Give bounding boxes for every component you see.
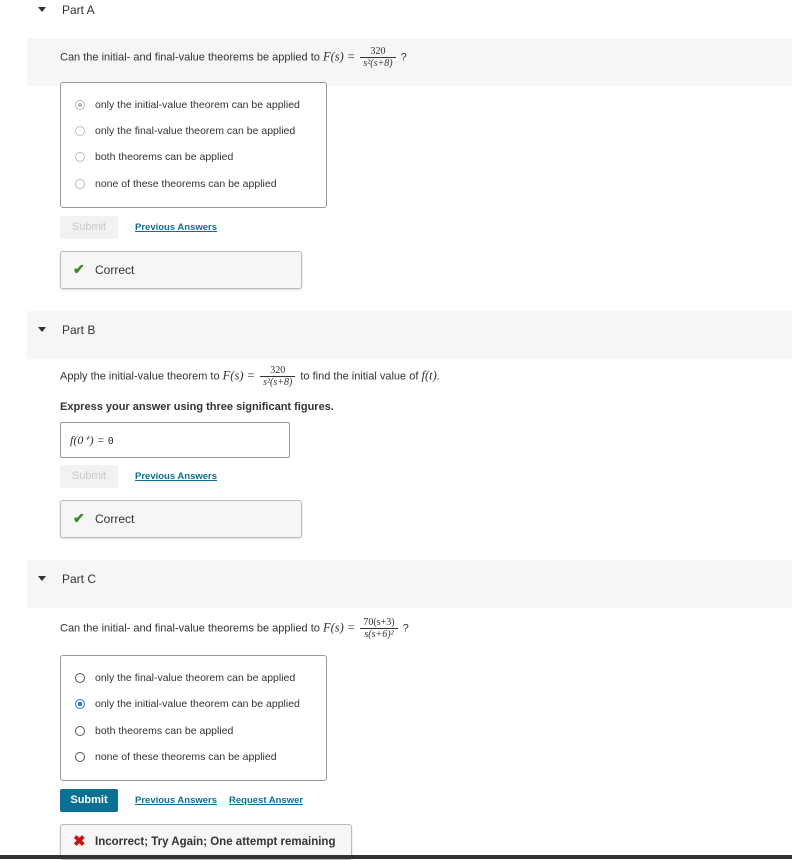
part-b-feedback: ✔ Correct [60, 500, 302, 538]
option-label: both theorems can be applied [95, 151, 234, 163]
option-label: only the initial-value theorem can be ap… [95, 99, 300, 111]
part-b-submit-button: Submit [60, 465, 118, 488]
collapse-caret-icon[interactable] [38, 7, 46, 12]
option-label: only the final-value theorem can be appl… [95, 672, 296, 684]
radio-icon [75, 179, 85, 189]
part-c-options-box: only the final-value theorem can be appl… [60, 655, 327, 781]
question-text: Can the initial- and final-value theorem… [60, 51, 320, 64]
radio-icon[interactable] [75, 673, 85, 683]
incorrect-x-icon: ✖ [73, 833, 86, 850]
question-mark: ? [402, 622, 409, 635]
answer-value-row: f(0⁺) = 0 [70, 433, 114, 448]
transfer-fraction: 320 s²(s+8) [260, 365, 296, 388]
radio-icon[interactable] [75, 726, 85, 736]
option-label: none of these theorems can be applied [95, 751, 277, 763]
transfer-fraction: 70(s+3) s(s+6)² [360, 617, 398, 640]
function-name: F(s) = [322, 620, 356, 635]
option-label: both theorems can be applied [95, 725, 234, 737]
part-b-header-overlay[interactable]: Part B [0, 320, 792, 342]
part-b-previous-answers-link[interactable]: Previous Answers [135, 471, 217, 482]
part-a-question: Can the initial- and final-value theorem… [60, 46, 407, 69]
function-name: F(s) = [322, 49, 356, 64]
fraction-denominator: s²(s+8) [263, 377, 293, 388]
part-b-question: Apply the initial-value theorem to F(s) … [60, 365, 440, 388]
part-a-title: Part A [62, 3, 95, 17]
part-b-instruction: Express your answer using three signific… [60, 401, 334, 413]
question-period: . [436, 370, 440, 383]
part-c-header[interactable]: Part C [0, 569, 792, 591]
radio-icon [75, 100, 85, 110]
collapse-caret-icon[interactable] [38, 327, 46, 332]
part-c-title: Part C [62, 572, 97, 586]
radio-icon [75, 152, 85, 162]
question-text: Can the initial- and final-value theorem… [60, 622, 320, 635]
part-a-previous-answers-link[interactable]: Previous Answers [135, 222, 217, 233]
fraction-numerator: 320 [360, 46, 396, 58]
feedback-text: Correct [95, 263, 135, 277]
fraction-denominator: s(s+6)² [364, 629, 394, 640]
radio-icon [75, 126, 85, 136]
part-c-submit-button[interactable]: Submit [60, 789, 118, 812]
function-name: F(s) = [222, 368, 256, 383]
part-a-options-box: only the initial-value theorem can be ap… [60, 82, 327, 208]
fraction-numerator: 320 [260, 365, 296, 377]
option-label: only the initial-value theorem can be ap… [95, 698, 300, 710]
bottom-border [0, 855, 792, 859]
part-b-title-text: Part B [62, 323, 96, 337]
part-a-feedback: ✔ Correct [60, 251, 302, 289]
option-label: none of these theorems can be applied [95, 178, 277, 190]
part-c-request-answer-link[interactable]: Request Answer [229, 795, 303, 806]
part-c-previous-answers-link[interactable]: Previous Answers [135, 795, 217, 806]
radio-icon[interactable] [75, 752, 85, 762]
fraction-numerator: 70(s+3) [360, 617, 398, 629]
part-a-submit-button: Submit [60, 216, 118, 239]
checkmark-icon: ✔ [73, 261, 85, 277]
collapse-caret-icon[interactable] [38, 576, 46, 581]
transfer-fraction: 320 s²(s+8) [360, 46, 396, 69]
option-label: only the final-value theorem can be appl… [95, 125, 296, 137]
part-b-answer-field[interactable]: f(0⁺) = 0 [60, 422, 290, 458]
question-mark: ? [400, 51, 407, 64]
answer-label: f(0⁺) = [70, 433, 105, 447]
part-c-question: Can the initial- and final-value theorem… [60, 617, 409, 640]
target-function: f(t) [421, 368, 437, 383]
fraction-denominator: s²(s+8) [363, 58, 393, 69]
answer-value: 0 [107, 436, 114, 447]
feedback-text: Correct [95, 512, 135, 526]
question-text: Apply the initial-value theorem to [60, 370, 220, 383]
part-a-header[interactable]: Part A [0, 0, 792, 22]
question-text-middle: to find the initial value of [300, 370, 419, 383]
checkmark-icon: ✔ [73, 510, 85, 526]
feedback-text: Incorrect; Try Again; One attempt remain… [95, 836, 336, 848]
radio-selected-icon[interactable] [75, 699, 85, 709]
